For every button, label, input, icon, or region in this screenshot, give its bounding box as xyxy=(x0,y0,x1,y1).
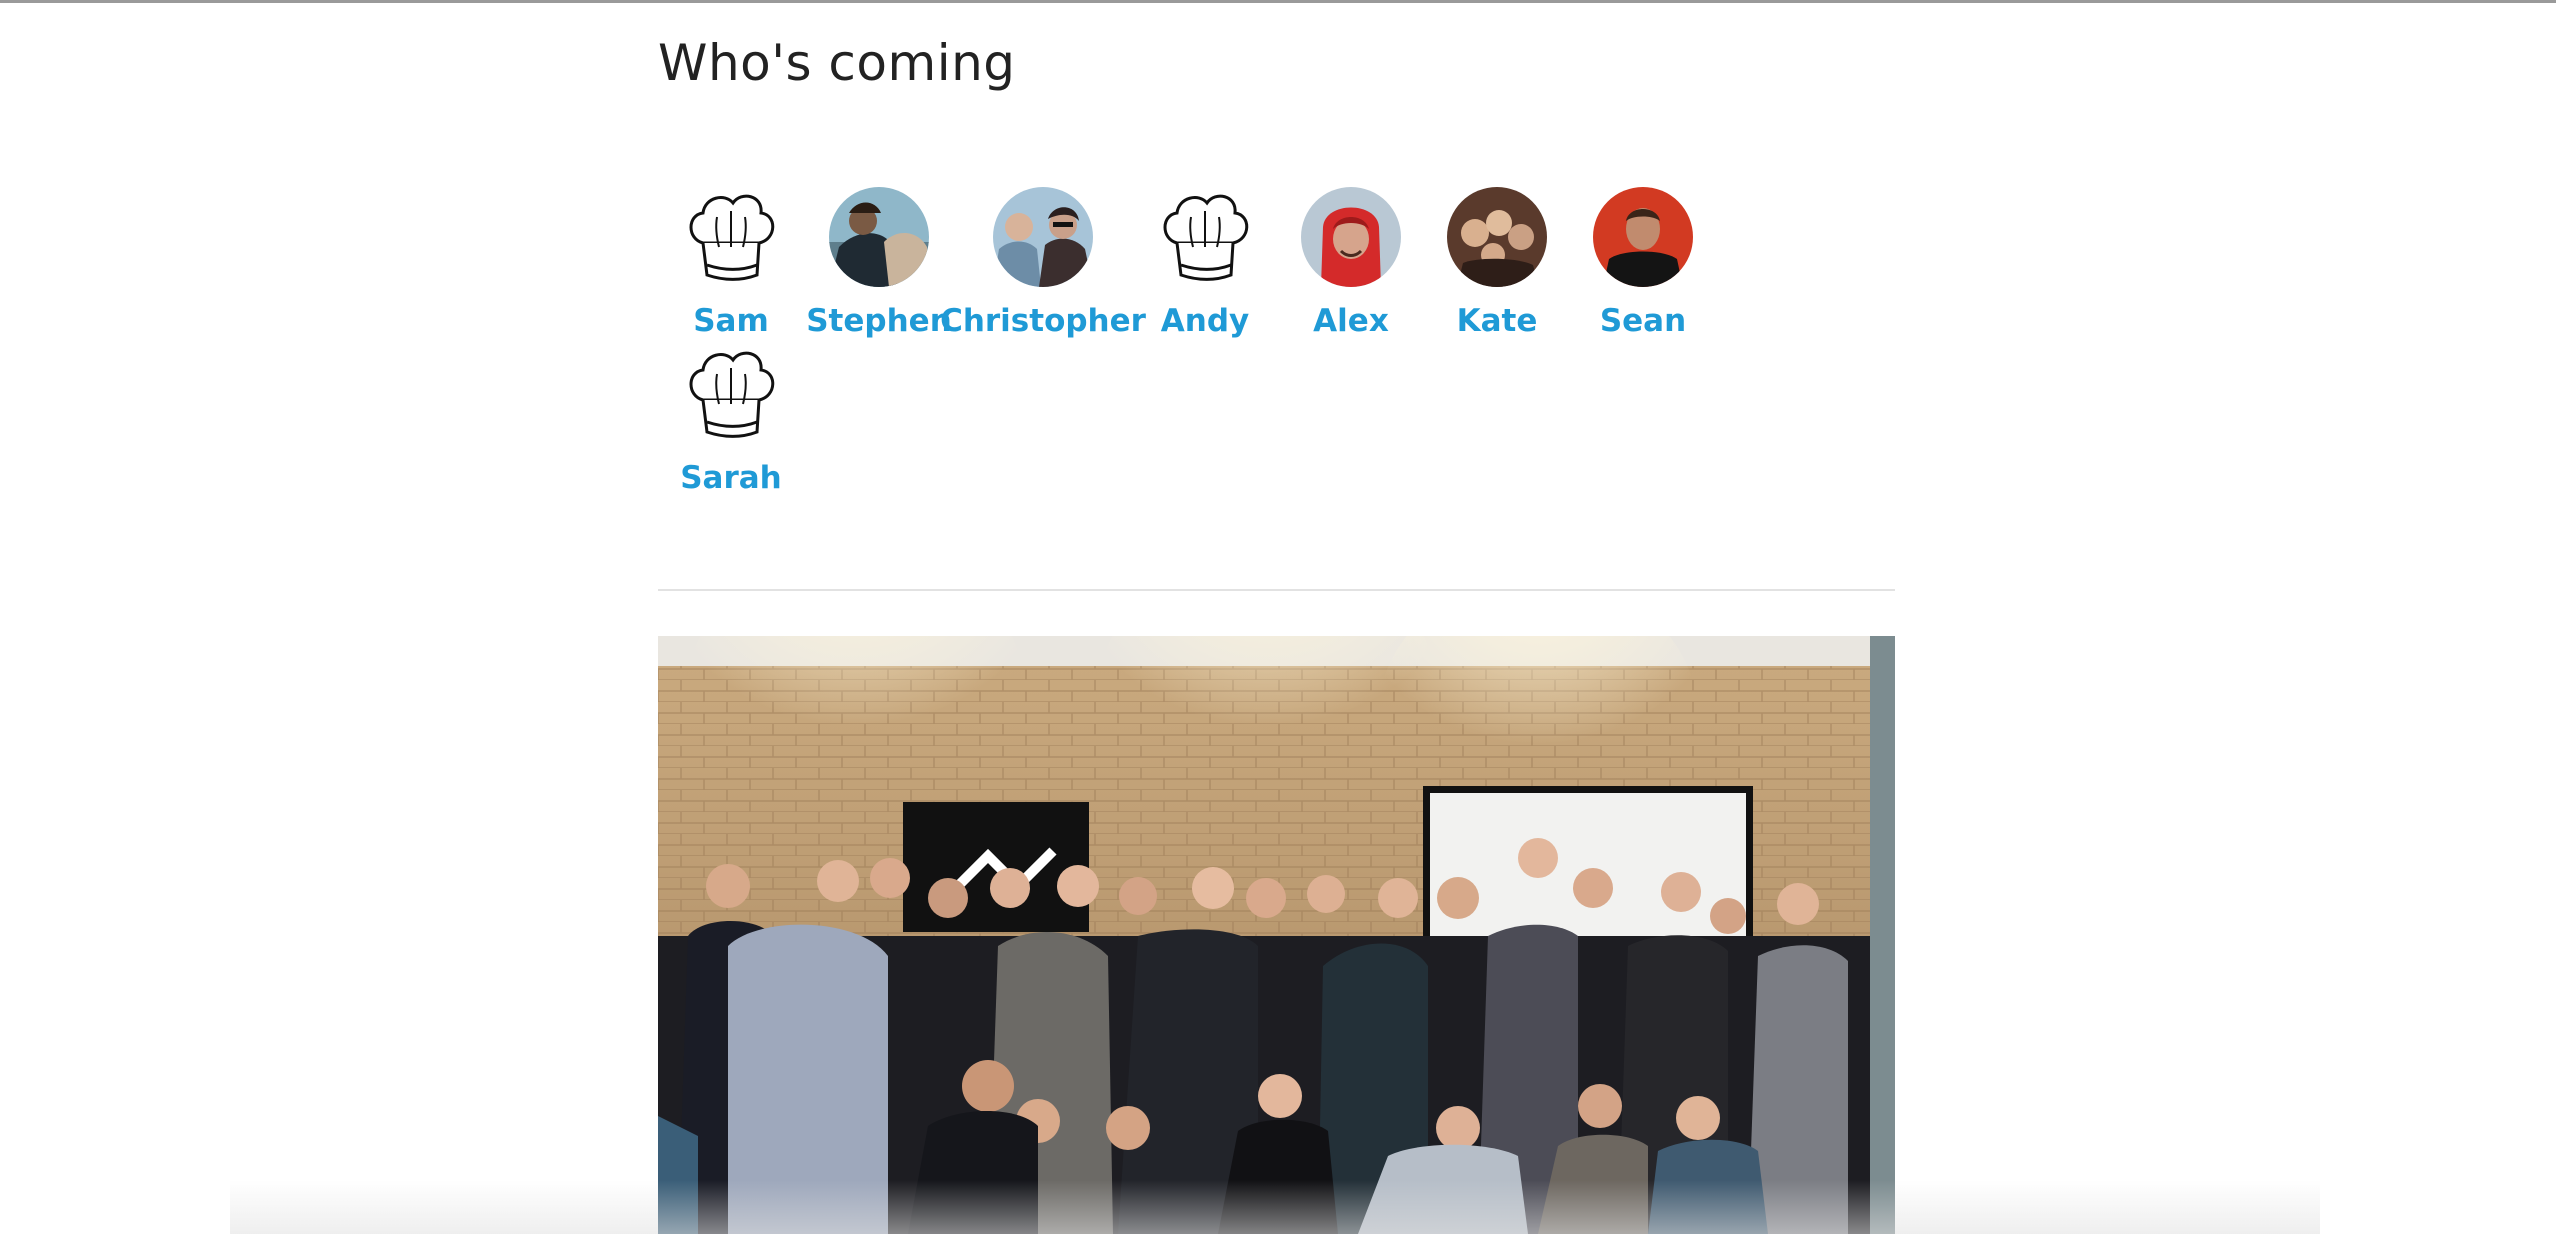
chef-hat-icon xyxy=(681,187,781,287)
attendee-andy[interactable]: Andy xyxy=(1132,187,1278,347)
section-title: Who's coming xyxy=(658,34,1016,92)
avatar-photo xyxy=(1593,187,1693,287)
section-divider xyxy=(658,589,1895,591)
attendee-name: Sean xyxy=(1599,303,1687,339)
attendee-name: Sarah xyxy=(680,460,782,496)
chef-hat-icon xyxy=(1155,187,1255,287)
avatar-photo xyxy=(993,187,1093,287)
attendee-name: Sam xyxy=(693,303,769,339)
top-border xyxy=(0,0,2556,3)
attendee-kate[interactable]: Kate xyxy=(1424,187,1570,347)
attendee-stephen[interactable]: Stephen xyxy=(804,187,954,347)
attendee-sarah[interactable]: Sarah xyxy=(658,344,804,504)
avatar-photo xyxy=(1301,187,1401,287)
attendee-name: Christopher xyxy=(940,303,1146,339)
attendee-name: Alex xyxy=(1313,303,1389,339)
avatar-photo xyxy=(1447,187,1547,287)
attendee-name: Andy xyxy=(1160,303,1250,339)
attendee-list: Sam Stephen Christopher Andy Alex Kate S… xyxy=(658,187,1895,507)
attendee-name: Kate xyxy=(1456,303,1538,339)
attendee-sean[interactable]: Sean xyxy=(1570,187,1716,347)
chef-hat-icon xyxy=(681,344,781,444)
attendee-name: Stephen xyxy=(806,303,952,339)
avatar-photo xyxy=(829,187,929,287)
attendee-alex[interactable]: Alex xyxy=(1278,187,1424,347)
attendee-sam[interactable]: Sam xyxy=(658,187,804,347)
attendee-christopher[interactable]: Christopher xyxy=(940,187,1146,347)
group-photo xyxy=(658,636,1895,1234)
